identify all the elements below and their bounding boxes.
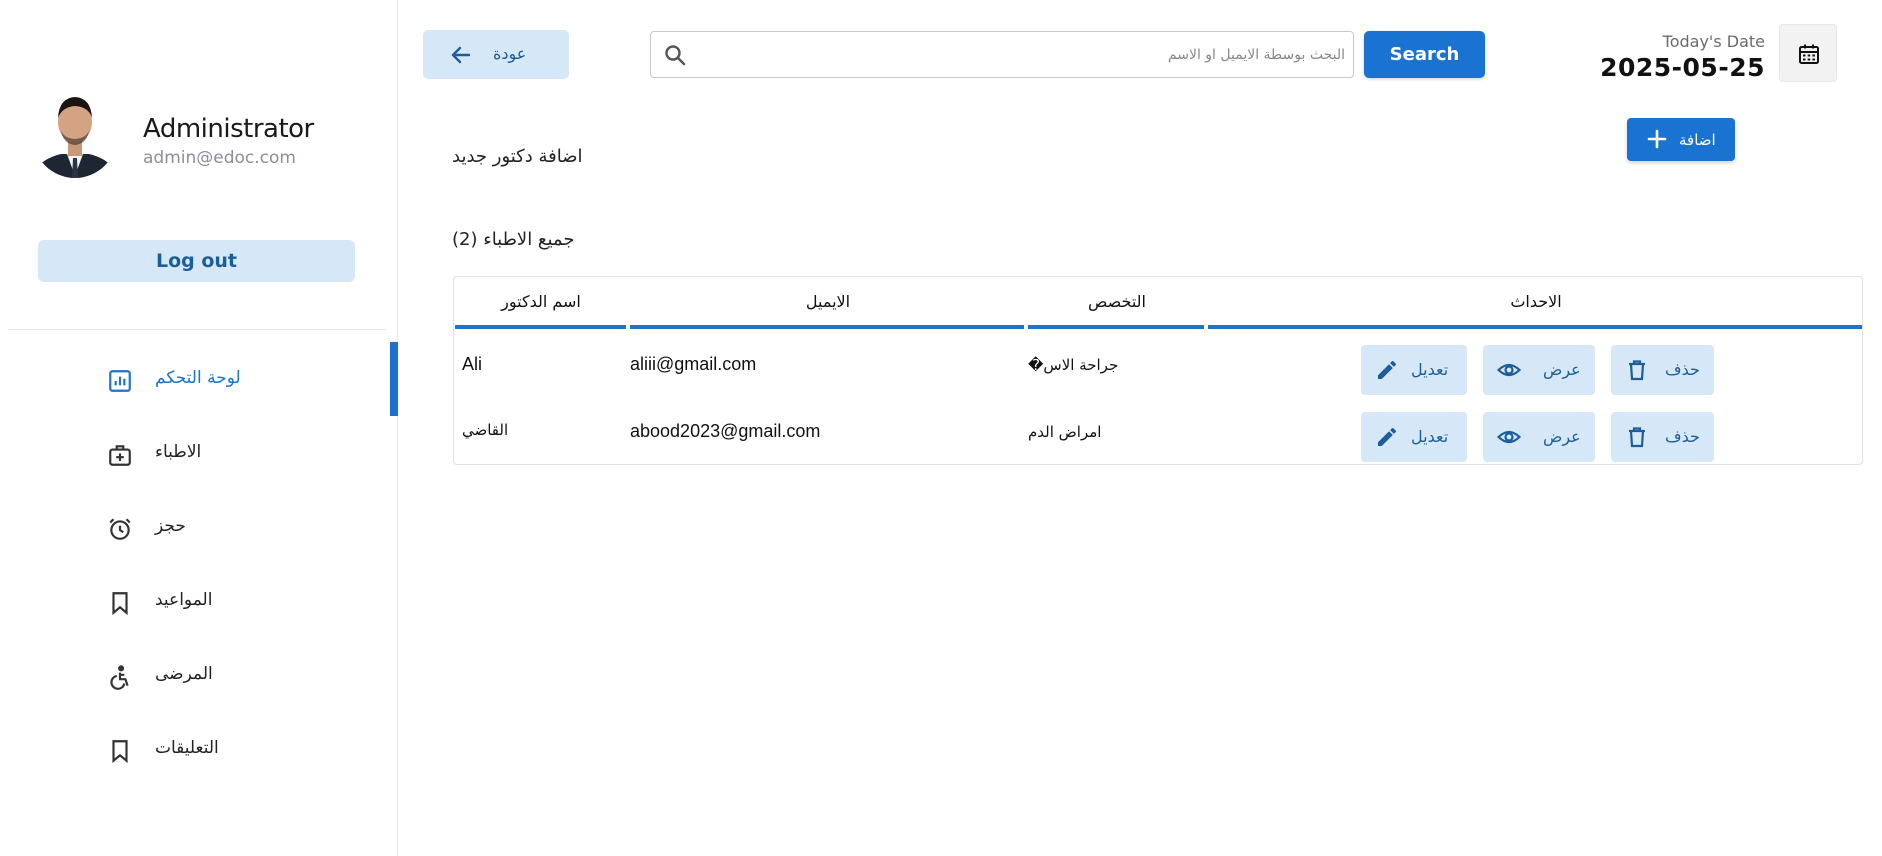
add-doctor-button[interactable]: اضافة: [1627, 118, 1735, 161]
medical-bag-icon: [109, 445, 131, 466]
sidebar-item-label: التعليقات: [155, 738, 219, 758]
calendar-button[interactable]: [1779, 24, 1837, 82]
pencil-icon: [1378, 427, 1397, 446]
sidebar-item-appointments[interactable]: المواعيد: [0, 564, 398, 638]
search-icon: [665, 45, 686, 66]
search-box: [650, 31, 1354, 78]
header-specialty: التخصص: [1088, 292, 1146, 311]
pencil-icon: [1378, 360, 1397, 379]
delete-button[interactable]: حذف: [1611, 345, 1714, 395]
header-email: الايميل: [805, 292, 851, 311]
sidebar-divider: [8, 329, 386, 330]
cell-specialty: امراض الدم: [1028, 423, 1102, 441]
header-underline: [630, 325, 1024, 329]
sidebar-item-label: حجز: [155, 516, 186, 536]
logout-button[interactable]: Log out: [38, 240, 355, 282]
accessibility-icon: [110, 665, 129, 690]
add-doctor-title: اضافة دكتور جديد: [452, 146, 583, 167]
bookmark-icon: [112, 740, 128, 764]
doctors-list-title: جميع الاطباء (2): [452, 229, 575, 250]
date-label: Today's Date: [1662, 32, 1765, 51]
eye-icon: [1497, 363, 1521, 377]
profile-name: Administrator: [143, 114, 314, 144]
edit-button[interactable]: تعديل: [1361, 412, 1467, 462]
view-button[interactable]: عرض: [1483, 345, 1595, 395]
sidebar-item-dashboard[interactable]: لوحة التحكم: [0, 342, 398, 416]
edit-button[interactable]: تعديل: [1361, 345, 1467, 395]
search-input[interactable]: [695, 32, 1345, 77]
sidebar-item-patients[interactable]: المرضى: [0, 638, 398, 712]
arrow-left-icon: [451, 46, 471, 64]
edit-label: تعديل: [1411, 360, 1449, 379]
header-underline: [1208, 325, 1862, 329]
trash-icon: [1629, 360, 1645, 381]
cell-specialty: جراحة الاس�: [1028, 356, 1119, 374]
todays-date: Today's Date 2025-05-25: [1600, 32, 1765, 82]
header-doctor-name: اسم الدكتور: [501, 292, 581, 311]
calendar-icon: [1799, 44, 1819, 64]
sidebar-item-label: المواعيد: [155, 590, 213, 610]
cell-doctor-name: Ali: [462, 354, 483, 374]
edit-label: تعديل: [1411, 427, 1449, 446]
cell-email: aliii@gmail.com: [630, 354, 757, 374]
sidebar-nav: لوحة التحكم الاطباء حجز المواعيد المرضى …: [0, 342, 398, 786]
sidebar-item-label: المرضى: [155, 664, 213, 684]
cell-doctor-name: القاضي: [462, 421, 509, 439]
sidebar-item-comments[interactable]: التعليقات: [0, 712, 398, 786]
cell-email: abood2023@gmail.com: [630, 421, 821, 441]
sidebar: Administrator admin@edoc.com Log out لوح…: [0, 0, 398, 856]
profile: Administrator admin@edoc.com: [33, 80, 314, 198]
doctors-table: اسم الدكتور الايميل التخصص الاحداث Ali a…: [453, 276, 1863, 465]
eye-icon: [1497, 430, 1521, 444]
delete-label: حذف: [1665, 360, 1700, 379]
header-actions: الاحداث: [1510, 292, 1562, 311]
search-button[interactable]: Search: [1364, 31, 1485, 78]
trash-icon: [1629, 427, 1645, 448]
date-value: 2025-05-25: [1600, 53, 1765, 82]
back-button[interactable]: عودة: [423, 30, 569, 79]
avatar: [33, 80, 117, 198]
view-label: عرض: [1543, 427, 1581, 446]
dashboard-icon: [109, 370, 131, 392]
sidebar-item-booking[interactable]: حجز: [0, 490, 398, 564]
view-label: عرض: [1543, 360, 1581, 379]
add-doctor-label: اضافة: [1679, 131, 1716, 149]
sidebar-item-doctors[interactable]: الاطباء: [0, 416, 398, 490]
header-underline: [1028, 325, 1204, 329]
delete-label: حذف: [1665, 427, 1700, 446]
header-underline: [455, 325, 626, 329]
bookmark-icon: [112, 592, 128, 616]
view-button[interactable]: عرض: [1483, 412, 1595, 462]
plus-icon: [1647, 129, 1667, 149]
alarm-clock-icon: [109, 518, 131, 540]
sidebar-item-label: الاطباء: [155, 442, 202, 462]
sidebar-item-label: لوحة التحكم: [155, 368, 241, 388]
profile-email: admin@edoc.com: [143, 148, 296, 168]
back-button-label: عودة: [493, 44, 527, 63]
delete-button[interactable]: حذف: [1611, 412, 1714, 462]
profile-text: Administrator admin@edoc.com: [143, 114, 393, 168]
